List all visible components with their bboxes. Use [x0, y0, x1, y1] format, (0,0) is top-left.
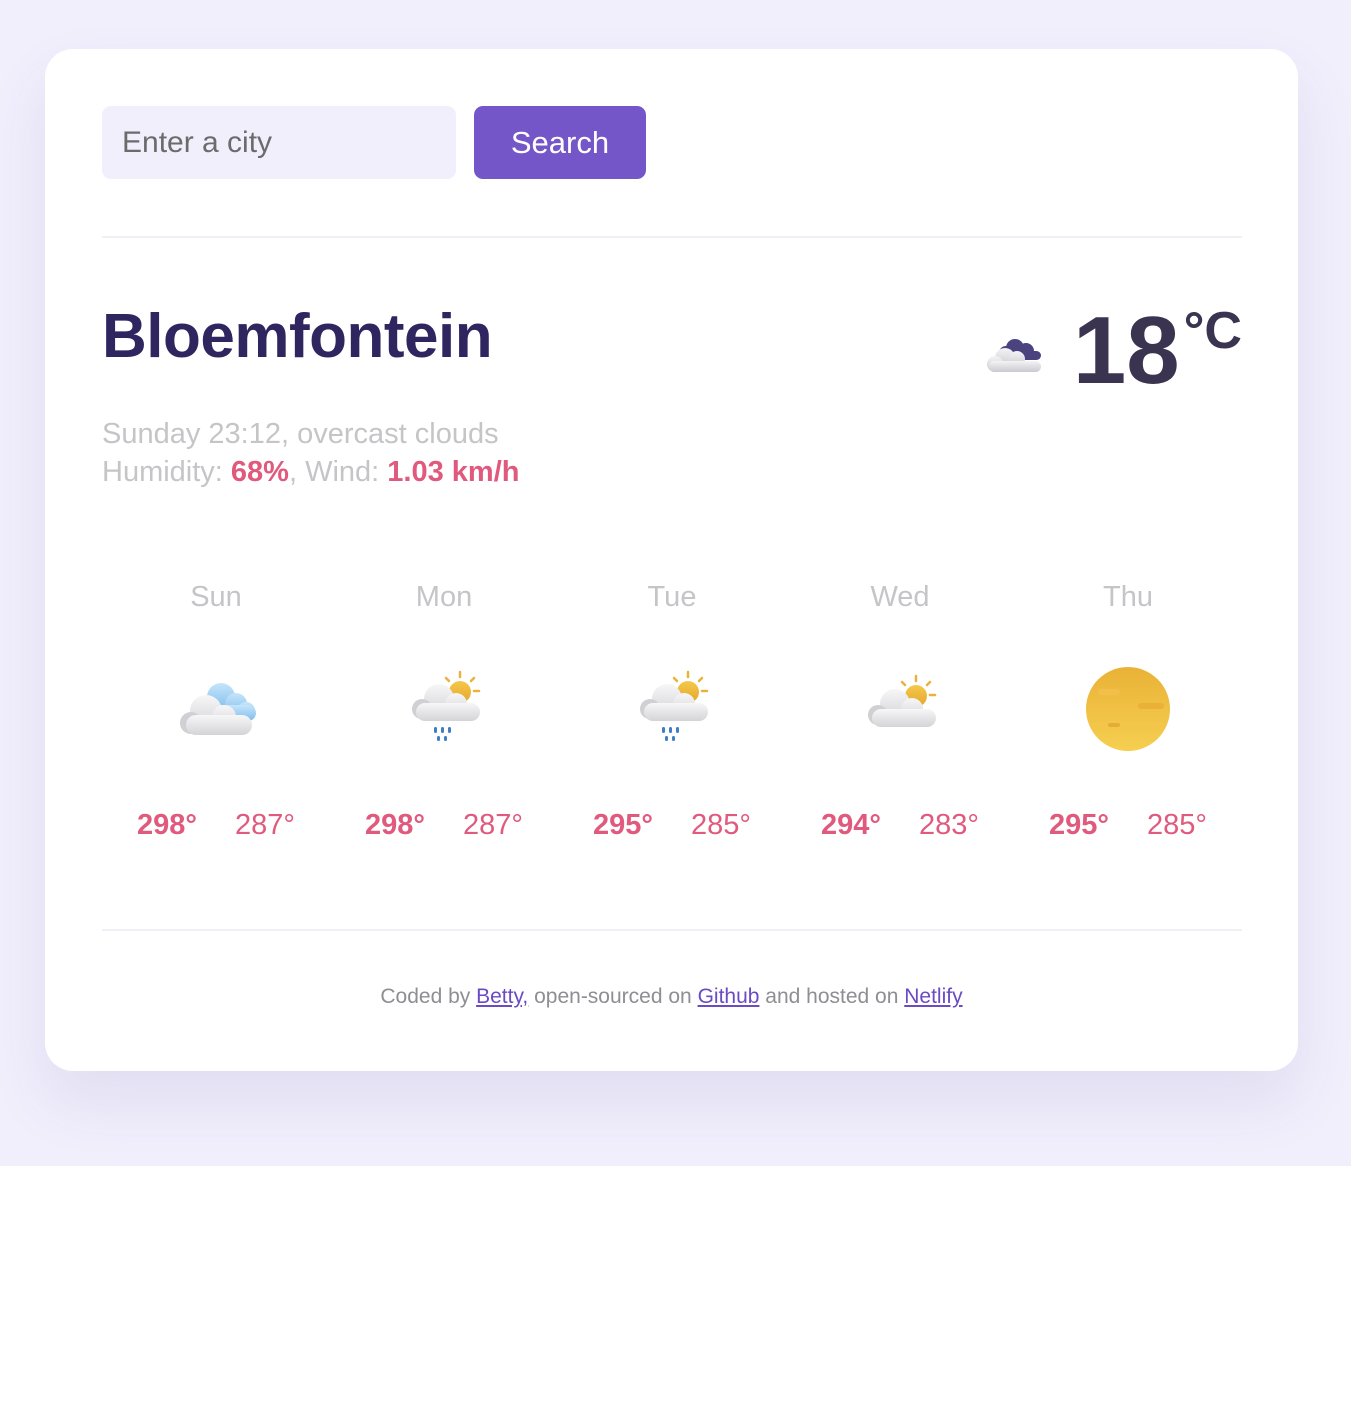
forecast-max-temp: 295° [593, 809, 653, 841]
forecast-max-temp: 294° [821, 809, 881, 841]
overcast-clouds-icon [986, 339, 1041, 372]
search-form: Search [102, 106, 646, 179]
forecast-day: Tue 295° 285° [558, 577, 786, 842]
wind-value: 1.03 km/h [387, 456, 520, 488]
forecast-day: Mon 298° 287° [330, 577, 558, 842]
forecast-max-temp: 295° [1049, 809, 1109, 841]
forecast-min-temp: 283° [919, 809, 979, 841]
humidity-wind-line: Humidity: 68%, Wind: 1.03 km/h [102, 453, 519, 491]
humidity-label: Humidity: [102, 456, 231, 488]
weather-description: overcast clouds [297, 418, 499, 450]
forecast-min-temp: 287° [235, 809, 295, 841]
partly-cloudy-icon [868, 674, 937, 727]
datetime-description-line: Sunday 23:12, overcast clouds [102, 415, 519, 453]
footer-hosted: and hosted on [759, 985, 905, 1008]
temperature-unit: °C [1183, 302, 1242, 360]
forecast-min-temp: 285° [691, 809, 751, 841]
forecast-day: Wed 294° 283° [786, 577, 1014, 842]
forecast-temps: 298° 287° [330, 809, 558, 842]
forecast-day: Thu 295° 285° [1014, 577, 1242, 842]
forecast-temps: 295° 285° [558, 809, 786, 842]
wind-label: , Wind: [288, 456, 388, 488]
forecast-day-name: Tue [647, 581, 697, 613]
forecast-temps: 298° 287° [102, 809, 330, 842]
forecast-min-temp: 285° [1147, 809, 1207, 841]
forecast-day-name: Mon [415, 581, 473, 613]
weather-card: Search Bloemfontein Sunday 23:12, overca… [45, 49, 1298, 1071]
forecast-day-name: Wed [870, 581, 930, 613]
footer: Coded by Betty, open-sourced on Github a… [45, 985, 1298, 1009]
forecast-day-name: Sun [190, 581, 242, 613]
humidity-value: 68% [230, 456, 289, 488]
comma-separator: , [280, 418, 298, 450]
bottom-divider [102, 929, 1242, 931]
current-temperature: 18 °C [985, 301, 1242, 401]
forecast-temps: 294° 283° [786, 809, 1014, 842]
broken-clouds-icon [180, 683, 256, 735]
forecast-min-temp: 287° [463, 809, 523, 841]
city-name: Bloemfontein [102, 302, 493, 371]
footer-middle: open-sourced on [528, 985, 698, 1008]
github-link[interactable]: Github [698, 985, 760, 1008]
top-divider [102, 236, 1242, 238]
forecast-day: Sun 298° 287° [102, 577, 330, 842]
footer-prefix: Coded by [380, 985, 477, 1008]
forecast-max-temp: 298° [137, 809, 197, 841]
city-search-input[interactable] [102, 106, 456, 179]
netlify-link[interactable]: Netlify [904, 985, 962, 1008]
current-datetime: Sunday 23:12 [102, 418, 281, 450]
search-button[interactable]: Search [474, 106, 646, 179]
daily-forecast: Sun 298° 287° Mon 298° 287° Tue 295° 285… [102, 577, 1242, 842]
author-link[interactable]: Betty, [476, 985, 528, 1008]
current-temperature-value: 18 [1072, 297, 1180, 404]
sun-rain-icon [412, 670, 481, 741]
sun-rain-icon [640, 670, 709, 741]
weather-details: Sunday 23:12, overcast clouds Humidity: … [102, 415, 519, 491]
forecast-max-temp: 298° [365, 809, 425, 841]
hazy-sun-icon [1086, 667, 1170, 751]
forecast-temps: 295° 285° [1014, 809, 1242, 842]
forecast-day-name: Thu [1103, 581, 1153, 613]
